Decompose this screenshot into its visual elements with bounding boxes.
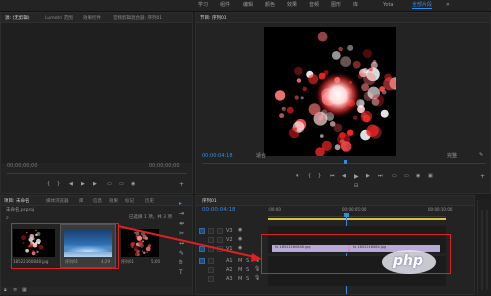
watermark-text: php: [393, 253, 424, 269]
php-watermark: php: [380, 248, 440, 276]
arrow-line: [117, 225, 256, 258]
arrow-head: [251, 253, 262, 262]
